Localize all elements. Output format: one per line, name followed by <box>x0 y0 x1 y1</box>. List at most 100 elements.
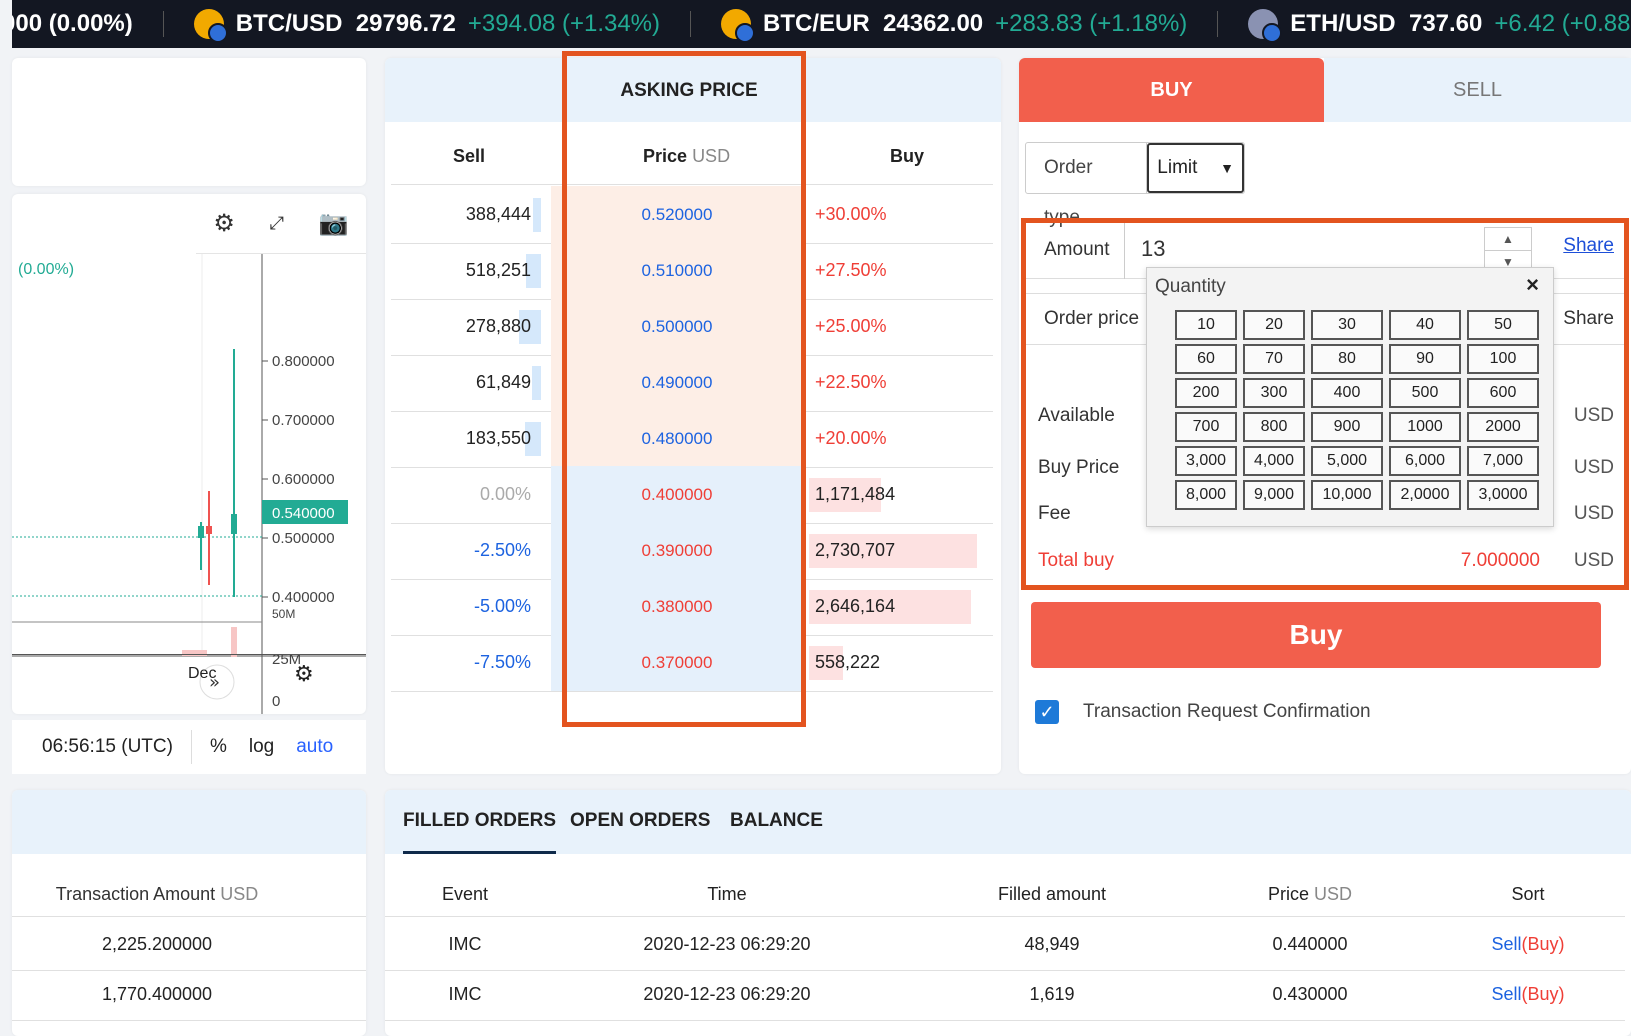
log-toggle[interactable]: log <box>249 736 274 758</box>
quantity-option[interactable]: 4,000 <box>1243 446 1305 476</box>
buy-cell: 1,171,484 <box>809 466 993 523</box>
price-chart[interactable]: ⚙ ⤢ 📷 (0.00%) 0.800000 0.700000 0.600000… <box>12 194 366 714</box>
price-unit: USD <box>1314 884 1353 904</box>
order-type-select[interactable]: Limit ▼ <box>1147 143 1244 193</box>
quantity-option[interactable]: 300 <box>1243 378 1305 408</box>
quantity-option[interactable]: 60 <box>1175 344 1237 374</box>
quantity-option[interactable]: 3,0000 <box>1467 480 1539 510</box>
divider <box>12 1020 366 1021</box>
ask-row[interactable]: 61,849 0.490000 +22.50% <box>391 354 993 412</box>
btc-usd-flag-icon <box>193 9 228 43</box>
divider <box>12 916 366 917</box>
ticker-item-0[interactable]: 000 (0.00%) <box>12 10 133 38</box>
price-header-text: Price <box>643 146 688 166</box>
share-link[interactable]: Share <box>1563 235 1614 257</box>
quantity-option[interactable]: 800 <box>1243 412 1305 442</box>
quantity-option[interactable]: 70 <box>1243 344 1305 374</box>
quantity-option[interactable]: 200 <box>1175 378 1237 408</box>
bid-row[interactable]: 0.00% 0.400000 1,171,484 <box>391 466 993 524</box>
quantity-option[interactable]: 9,000 <box>1243 480 1305 510</box>
bid-row[interactable]: -2.50% 0.390000 2,730,707 <box>391 522 993 580</box>
buy-value: 1,171,484 <box>815 484 896 504</box>
buy-button[interactable]: Buy <box>1031 602 1601 668</box>
chart-canvas[interactable]: (0.00%) 0.800000 0.700000 0.600000 0.500… <box>12 254 366 714</box>
y-tick: 0.400000 <box>272 589 335 606</box>
ask-row[interactable]: 518,251 0.510000 +27.50% <box>391 242 993 300</box>
quantity-option[interactable]: 900 <box>1311 412 1383 442</box>
fullscreen-icon[interactable]: ⤢ <box>270 213 284 234</box>
quantity-option[interactable]: 7,000 <box>1467 446 1539 476</box>
ticker-separator <box>162 11 164 37</box>
quantity-option[interactable]: 40 <box>1389 310 1461 340</box>
tab-sell[interactable]: SELL <box>1324 58 1631 122</box>
order-type-value: Limit <box>1157 157 1198 178</box>
quantity-option[interactable]: 80 <box>1311 344 1383 374</box>
bid-row[interactable]: -7.50% 0.370000 558,222 <box>391 634 993 692</box>
y-tick: 0.700000 <box>272 412 335 429</box>
ticker-change: +283.83 (+1.18%) <box>995 10 1188 37</box>
order-price-label: Order price <box>1044 308 1140 329</box>
quantity-option[interactable]: 5,000 <box>1311 446 1383 476</box>
quantity-option[interactable]: 6,000 <box>1389 446 1461 476</box>
sell-value: -7.50% <box>473 652 531 672</box>
quantity-option[interactable]: 8,000 <box>1175 480 1237 510</box>
quantity-option[interactable]: 2,0000 <box>1389 480 1461 510</box>
sell-cell: 388,444 <box>391 186 541 243</box>
chart-settings-icon[interactable]: ⚙ <box>294 661 314 687</box>
ask-row[interactable]: 278,880 0.500000 +25.00% <box>391 298 993 356</box>
quantity-option[interactable]: 30 <box>1311 310 1383 340</box>
quantity-option[interactable]: 100 <box>1467 344 1539 374</box>
quantity-option[interactable]: 2000 <box>1467 412 1539 442</box>
quantity-option[interactable]: 50 <box>1467 310 1539 340</box>
quantity-option[interactable]: 600 <box>1467 378 1539 408</box>
transaction-amount-header: Transaction Amount USD <box>12 884 302 905</box>
quantity-option[interactable]: 1000 <box>1389 412 1461 442</box>
ticker-item-eth-usd[interactable]: ETH/USD 737.60 +6.42 (+0.88%) <box>1248 9 1631 43</box>
percent-toggle[interactable]: % <box>210 736 227 758</box>
chevron-up-icon[interactable]: ▲ <box>1485 228 1531 251</box>
ask-row[interactable]: 183,550 0.480000 +20.00% <box>391 410 993 468</box>
buy-value: +30.00% <box>815 204 887 224</box>
sort-sell: Sell <box>1491 984 1522 1004</box>
divider <box>385 916 1625 917</box>
tab-filled-orders[interactable]: FILLED ORDERS <box>403 810 557 854</box>
buy-cell: 558,222 <box>809 634 993 691</box>
auto-toggle[interactable]: auto <box>296 736 333 758</box>
ticker-item-btc-eur[interactable]: BTC/EUR 24362.00 +283.83 (+1.18%) <box>721 9 1188 43</box>
gear-icon[interactable]: ⚙ <box>213 209 235 238</box>
x-axis: Dec ⚙ <box>12 654 366 694</box>
sort-sell: Sell <box>1491 934 1522 954</box>
share-text[interactable]: Share <box>1563 308 1614 330</box>
quantity-option[interactable]: 3,000 <box>1175 446 1237 476</box>
close-icon[interactable]: × <box>1526 272 1539 298</box>
quantity-option[interactable]: 700 <box>1175 412 1237 442</box>
bid-row[interactable]: -5.00% 0.380000 2,646,164 <box>391 578 993 636</box>
sell-value: 278,880 <box>465 316 531 336</box>
order-filled: 48,949 <box>1024 934 1080 954</box>
col-sort-header: Sort <box>1511 884 1545 904</box>
tab-balance[interactable]: BALANCE <box>730 810 823 832</box>
col-sell-header: Sell <box>453 146 486 166</box>
quantity-option[interactable]: 10 <box>1175 310 1237 340</box>
confirmation-checkbox[interactable]: ✓ <box>1035 700 1059 724</box>
quantity-option[interactable]: 400 <box>1311 378 1383 408</box>
price-header-unit: USD <box>692 146 731 166</box>
quantity-option[interactable]: 20 <box>1243 310 1305 340</box>
buy-cell: +22.50% <box>809 354 993 411</box>
volume-tick: 50M <box>272 607 295 621</box>
quantity-option[interactable]: 10,000 <box>1311 480 1383 510</box>
ticker-item-btc-usd[interactable]: BTC/USD 29796.72 +394.08 (+1.34%) <box>193 9 660 43</box>
quantity-option[interactable]: 90 <box>1389 344 1461 374</box>
order-sort[interactable]: Sell(Buy) <box>1491 934 1564 955</box>
order-filled: 1,619 <box>1029 984 1075 1004</box>
order-form: Amount 13 ▲ ▼ Share Order price Share Av… <box>1021 218 1629 590</box>
camera-icon[interactable]: 📷 <box>319 209 349 238</box>
tab-buy[interactable]: BUY <box>1019 58 1324 122</box>
tab-open-orders[interactable]: OPEN ORDERS <box>570 810 710 832</box>
transaction-amount-cell: 2,225.200000 <box>101 934 213 954</box>
price-cell: 0.480000 <box>551 410 803 467</box>
ask-row[interactable]: 388,444 0.520000 +30.00% <box>391 186 993 244</box>
quantity-option[interactable]: 500 <box>1389 378 1461 408</box>
sell-value: 518,251 <box>465 260 531 280</box>
order-sort[interactable]: Sell(Buy) <box>1491 984 1564 1005</box>
